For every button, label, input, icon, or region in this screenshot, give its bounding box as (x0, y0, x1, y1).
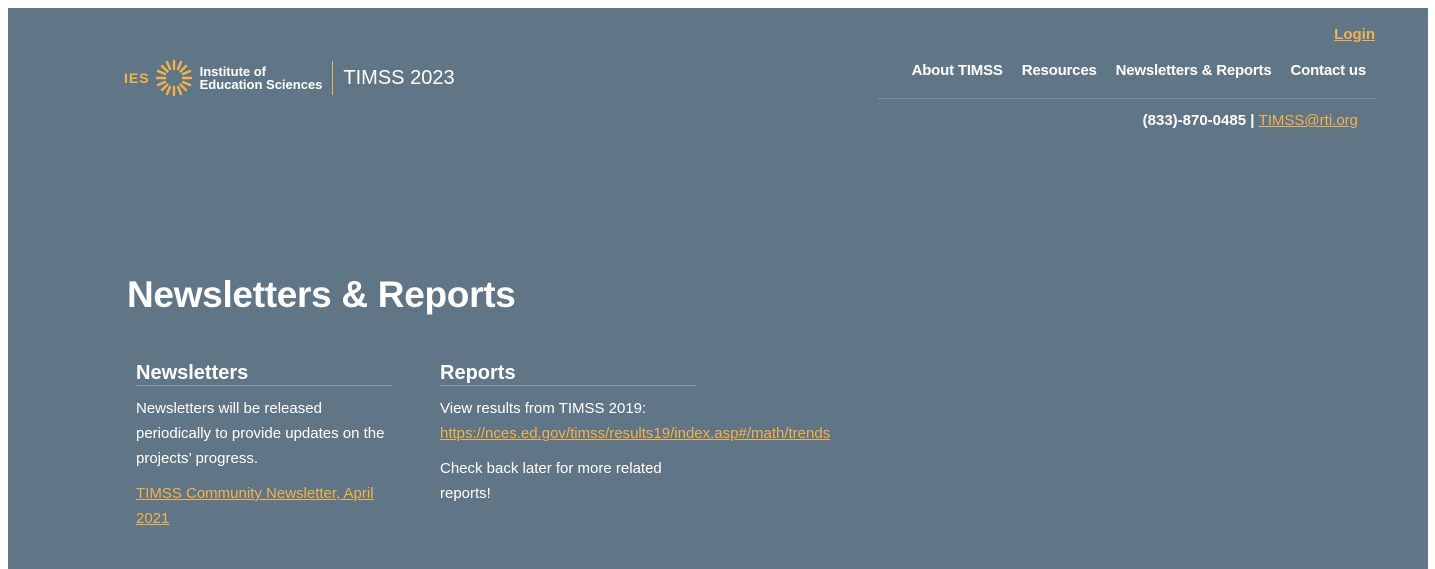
newsletters-heading: Newsletters (136, 361, 392, 386)
timss-2019-results-link[interactable]: https://nces.ed.gov/timss/results19/inde… (440, 425, 830, 442)
page: IES Institute of Education Sciences TIMS… (8, 8, 1428, 569)
newsletters-section: Newsletters Newsletters will be released… (136, 361, 392, 531)
institute-name: Institute of Education Sciences (200, 65, 323, 91)
nav-item-contact[interactable]: Contact us (1290, 62, 1366, 79)
product-name: TIMSS 2023 (343, 66, 455, 89)
reports-section: Reports View results from TIMSS 2019: ht… (440, 361, 830, 506)
login-link[interactable]: Login (1334, 26, 1375, 43)
contact-info: (833)-870-0485 | TIMSS@rti.org (1143, 112, 1358, 129)
nav-item-about[interactable]: About TIMSS (912, 62, 1003, 79)
reports-note: Check back later for more related report… (440, 460, 662, 502)
newsletter-link[interactable]: TIMSS Community Newsletter, April 2021 (136, 485, 374, 527)
newsletters-body: Newsletters will be released periodicall… (136, 400, 385, 467)
email-link[interactable]: TIMSS@rti.org (1259, 112, 1358, 129)
logo-divider (332, 61, 334, 95)
sunburst-icon (155, 59, 192, 97)
page-title: Newsletters & Reports (127, 274, 516, 315)
nav-divider (878, 98, 1376, 99)
reports-intro: View results from TIMSS 2019: (440, 400, 647, 417)
institute-line2: Education Sciences (199, 77, 323, 92)
ies-logo-text: IES (124, 70, 150, 86)
main-nav: About TIMSS Resources Newsletters & Repo… (912, 62, 1367, 79)
nav-item-resources[interactable]: Resources (1022, 62, 1097, 79)
reports-heading: Reports (440, 361, 696, 386)
phone-number: (833)-870-0485 | (1142, 112, 1255, 129)
nav-item-newsletters-reports[interactable]: Newsletters & Reports (1116, 62, 1272, 79)
ies-logo[interactable]: IES Institute of Education Sciences TIMS… (124, 50, 455, 106)
